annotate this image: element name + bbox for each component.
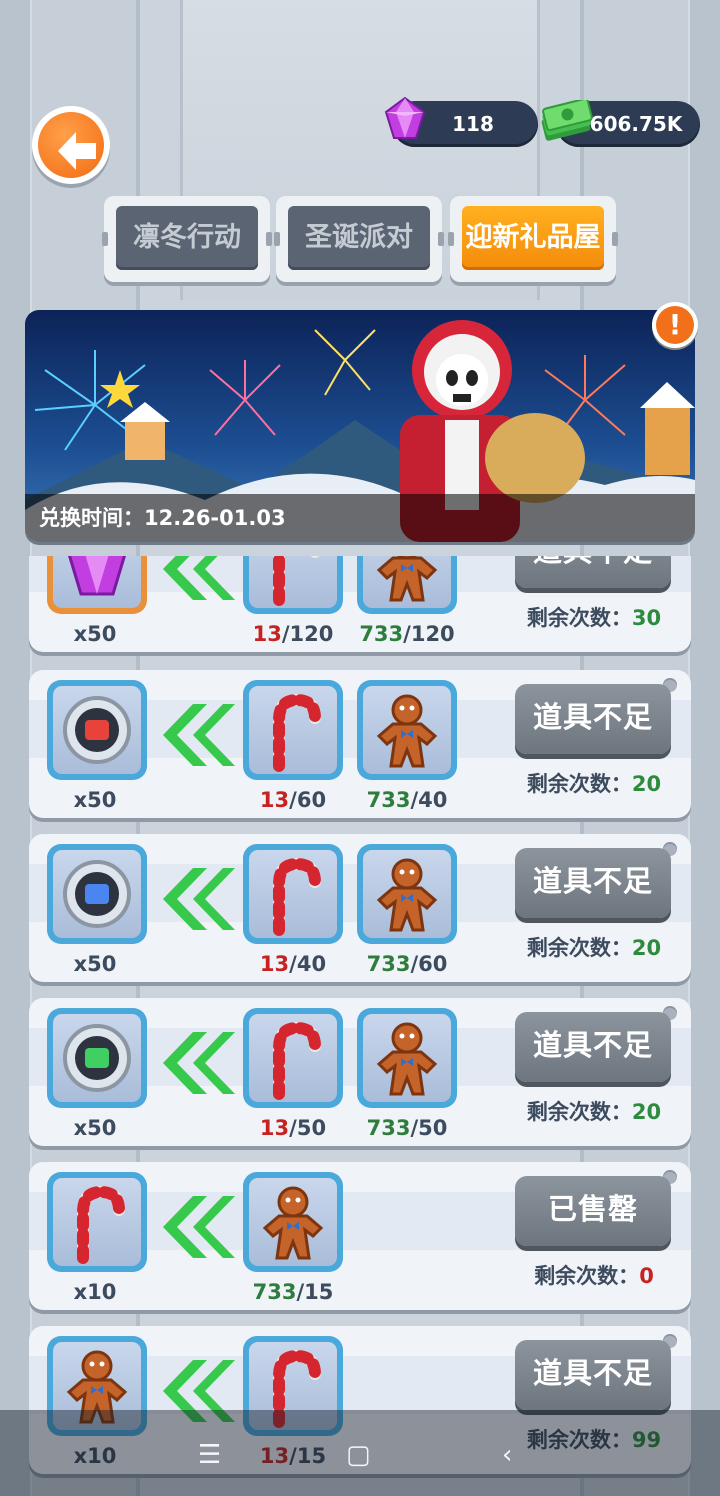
tab-winter-operation[interactable]: 凛冬行动: [102, 196, 272, 282]
red-fist-coin-icon: [63, 696, 131, 764]
cost-slot-candy-cane[interactable]: [243, 1008, 343, 1108]
blue-fist-coin-icon: [63, 860, 131, 928]
gem-icon: [384, 96, 426, 139]
arrow-left-icon: [58, 132, 96, 170]
double-arrow-left-icon: [163, 868, 235, 930]
cost-slot-gingerbread[interactable]: [357, 556, 457, 614]
exchange-list[interactable]: x50 13/120 733/120 道具不足 剩余次数：30 x50 13/6…: [0, 556, 720, 1496]
reward-slot[interactable]: [47, 1008, 147, 1108]
reward-count: x50: [73, 788, 117, 812]
double-arrow-left-icon: [163, 556, 235, 600]
exchange-button[interactable]: 道具不足: [515, 1340, 671, 1410]
gingerbread-icon: [262, 1186, 324, 1260]
candy-cane-icon: [273, 556, 320, 606]
exchange-row: x50 13/50 733/50 道具不足 剩余次数：20: [29, 998, 691, 1146]
cost-slot-candy-cane[interactable]: [243, 680, 343, 780]
cost-slot-gingerbread[interactable]: [357, 844, 457, 944]
exchange-button[interactable]: 道具不足: [515, 848, 671, 918]
gingerbread-icon: [376, 858, 438, 932]
exchange-button[interactable]: 道具不足: [515, 1012, 671, 1082]
cost-slot-gingerbread[interactable]: [357, 680, 457, 780]
remaining-times: 剩余次数：30: [526, 606, 662, 630]
exchange-row: x50 13/60 733/40 道具不足 剩余次数：20: [29, 670, 691, 818]
cost-count: 733/50: [366, 1116, 448, 1140]
exchange-row: x50 13/120 733/120 道具不足 剩余次数：30: [29, 556, 691, 652]
cost-slot-candy-cane[interactable]: [243, 556, 343, 614]
gingerbread-icon: [376, 1022, 438, 1096]
cost-slot-gingerbread[interactable]: [357, 1008, 457, 1108]
event-banner: 兑换时间：12.26-01.03: [25, 310, 695, 542]
exchange-time-caption: 兑换时间：12.26-01.03: [25, 494, 695, 542]
gingerbread-icon: [376, 694, 438, 768]
exchange-button[interactable]: 道具不足: [515, 684, 671, 754]
reward-count: x10: [73, 1280, 117, 1304]
tab-label: 凛冬行动: [116, 206, 258, 270]
candy-cane-icon: [273, 1021, 321, 1100]
remaining-times: 剩余次数：20: [526, 1100, 662, 1124]
double-arrow-left-icon: [163, 1196, 235, 1258]
info-alert-button[interactable]: !: [652, 302, 698, 348]
cost-count: 733/120: [359, 622, 455, 646]
reward-slot[interactable]: [47, 556, 147, 614]
double-arrow-left-icon: [163, 1032, 235, 1094]
reward-slot[interactable]: [47, 844, 147, 944]
reward-count: x50: [73, 952, 117, 976]
tab-christmas-party[interactable]: 圣诞派对: [274, 196, 444, 282]
remaining-times: 剩余次数：0: [534, 1264, 654, 1288]
double-arrow-left-icon: [163, 704, 235, 766]
tab-new-year-gift-shop[interactable]: 迎新礼品屋: [448, 196, 618, 282]
tab-label: 迎新礼品屋: [462, 206, 604, 270]
system-navigation-bar: ☰ ▢ ‹: [0, 1410, 720, 1496]
cost-slot-gingerbread[interactable]: [243, 1172, 343, 1272]
back-button[interactable]: [32, 106, 110, 184]
menu-icon[interactable]: ☰: [198, 1440, 221, 1470]
exclamation-icon: !: [656, 306, 694, 344]
cost-count: 733/15: [252, 1280, 334, 1304]
reward-slot[interactable]: [47, 680, 147, 780]
cash-stack-icon: [541, 100, 593, 141]
gingerbread-icon: [376, 556, 438, 602]
reward-slot[interactable]: [47, 1172, 147, 1272]
cost-slot-candy-cane[interactable]: [243, 844, 343, 944]
candy-cane-icon: [273, 693, 321, 772]
cost-count: 733/60: [366, 952, 448, 976]
remaining-times: 剩余次数：20: [526, 772, 662, 796]
cost-count: 733/40: [366, 788, 448, 812]
exchange-row: x50 13/40 733/60 道具不足 剩余次数：20: [29, 834, 691, 982]
tab-label: 圣诞派对: [288, 206, 430, 270]
exchange-row: x10 733/15 已售罄 剩余次数：0: [29, 1162, 691, 1310]
gem-icon: [68, 556, 126, 596]
home-icon[interactable]: ▢: [346, 1440, 371, 1470]
remaining-times: 剩余次数：20: [526, 936, 662, 960]
sold-out-button[interactable]: 已售罄: [515, 1176, 671, 1246]
exchange-button[interactable]: 道具不足: [515, 556, 671, 588]
candy-cane-icon: [273, 857, 321, 936]
green-fist-coin-icon: [63, 1024, 131, 1092]
back-nav-icon[interactable]: ‹: [502, 1440, 512, 1470]
candy-cane-icon: [77, 1185, 125, 1264]
reward-count: x50: [73, 1116, 117, 1140]
reward-count: x50: [73, 622, 117, 646]
